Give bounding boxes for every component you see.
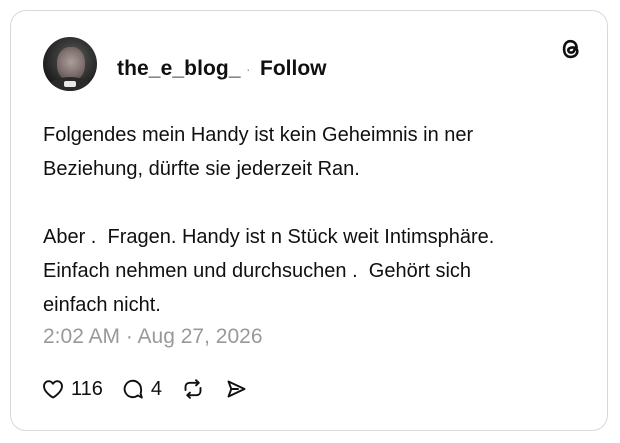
post-paragraph-1: Folgendes mein Handy ist kein Geheimnis … [43, 124, 474, 180]
reply-button[interactable]: 4 [121, 377, 162, 401]
embedded-post-card: the_e_blog_ · Follow Folgendes mein Hand… [10, 10, 608, 431]
comment-icon [123, 379, 143, 399]
post-timestamp[interactable]: 2:02 AM · Aug 27, 2026 [43, 325, 263, 349]
send-icon [227, 380, 246, 398]
repost-button[interactable] [180, 377, 206, 401]
avatar-face [57, 47, 85, 81]
post-paragraph-2: Aber . Fragen. Handy ist n Stück weit In… [43, 226, 495, 316]
post-body: Folgendes mein Handy ist kein Geheimnis … [43, 118, 583, 322]
heart-icon [43, 380, 63, 399]
reply-count: 4 [150, 378, 163, 400]
like-count: 116 [71, 378, 103, 400]
share-button[interactable] [224, 377, 248, 401]
avatar-collar [64, 81, 76, 87]
repost-icon [184, 379, 202, 399]
follow-button[interactable]: Follow [260, 57, 327, 81]
separator-dot: · [246, 61, 251, 77]
avatar[interactable] [43, 37, 97, 91]
username[interactable]: the_e_blog_ [117, 57, 241, 81]
like-button[interactable]: 116 [41, 377, 103, 401]
action-bar: 116 4 [41, 375, 266, 403]
threads-logo-icon[interactable] [557, 35, 585, 63]
